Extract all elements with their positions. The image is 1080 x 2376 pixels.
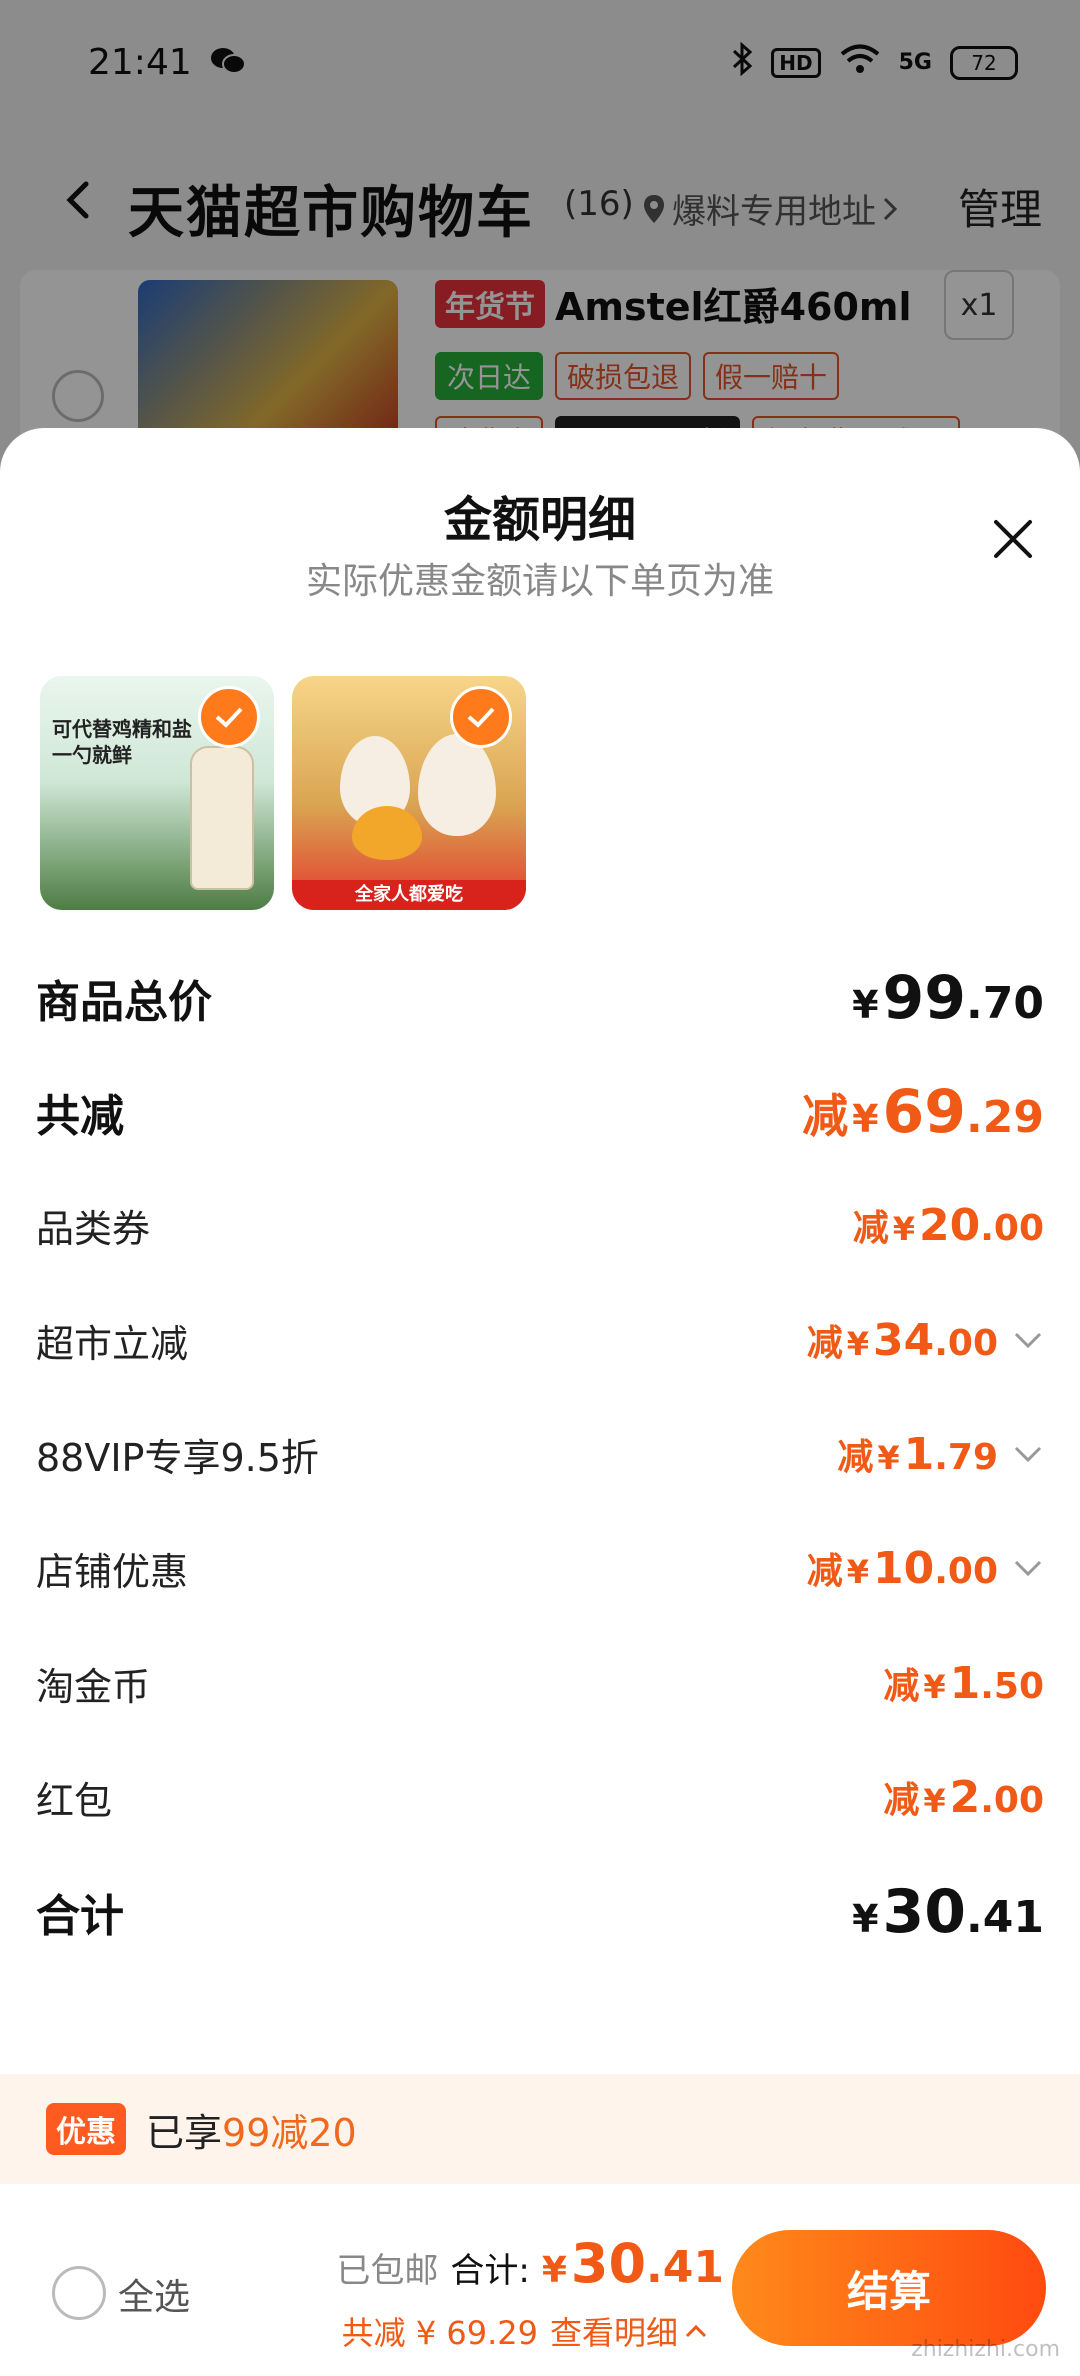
row-taojinbi: 淘金币 减 ¥1.50 — [36, 1653, 1044, 1713]
amount-integer: 2 — [949, 1772, 981, 1823]
row-amount: 减 ¥10.00 — [807, 1542, 1044, 1594]
row-amount: 减 ¥20.00 — [853, 1199, 1044, 1251]
footer-total-line: 已包邮 合计: ¥30.41 — [336, 2232, 724, 2295]
row-category-coupon: 品类券 减 ¥20.00 — [36, 1195, 1044, 1255]
minus-prefix: 减 — [852, 1208, 889, 1249]
row-amount: 减 ¥1.50 — [883, 1657, 1044, 1709]
row-label: 品类券 — [36, 1206, 151, 1251]
yen-symbol: ¥ — [923, 1782, 946, 1820]
amount-integer: 99 — [882, 963, 967, 1033]
yen-symbol: ¥ — [877, 1439, 900, 1477]
amount-decimal: .41 — [646, 2242, 724, 2293]
promo-bar: 优惠 已享 99减20 — [0, 2074, 1080, 2184]
row-amount: ¥30.41 — [852, 1877, 1044, 1947]
row-amount: 减 ¥69.29 — [802, 1077, 1044, 1147]
row-label: 共减 — [36, 1091, 124, 1142]
chevron-up-icon — [685, 2324, 707, 2338]
amount-decimal: .50 — [980, 1666, 1044, 1707]
row-label: 商品总价 — [36, 977, 212, 1028]
row-vip[interactable]: 88VIP专享9.5折 减 ¥1.79 — [36, 1424, 1044, 1484]
promo-highlight: 99减20 — [222, 2110, 357, 2155]
amount-decimal: .79 — [934, 1437, 998, 1478]
amount-integer: 1 — [903, 1429, 935, 1480]
footer-discount-line: 共减 ¥ 69.29 查看明细 — [342, 2308, 708, 2354]
yen-symbol: ¥ — [541, 2250, 567, 2291]
total-label: 合计: — [450, 2251, 530, 2291]
minus-prefix: 减 — [806, 1323, 843, 1364]
sheet-subtitle: 实际优惠金额请以下单页为准 — [305, 561, 774, 602]
promo-text: 已享 — [146, 2110, 223, 2155]
row-label: 合计 — [36, 1891, 124, 1942]
row-amount: 减 ¥1.79 — [837, 1428, 1044, 1480]
seasoning-bottle-image — [190, 746, 254, 890]
checkmark-icon — [198, 686, 260, 748]
yen-symbol: ¥ — [846, 1325, 869, 1363]
yen-symbol: ¥ — [923, 1668, 946, 1706]
yen-symbol: ¥ — [892, 1210, 915, 1248]
amount-decimal: .00 — [980, 1780, 1044, 1821]
promo-tag: 优惠 — [46, 2103, 126, 2155]
minus-prefix: 减 — [883, 1666, 920, 1707]
minus-prefix: 减 — [883, 1780, 920, 1821]
amount-integer: 34 — [872, 1315, 935, 1366]
amount-integer: 20 — [918, 1200, 981, 1251]
amount-integer: 10 — [872, 1543, 935, 1594]
row-hongbao: 红包 减 ¥2.00 — [36, 1767, 1044, 1827]
discount-summary: 共减 ¥ 69.29 — [341, 2314, 538, 2352]
close-icon[interactable] — [988, 514, 1038, 564]
total-amount: ¥30.41 — [542, 2232, 724, 2295]
product-thumbnail[interactable]: 全家人都爱吃 — [292, 676, 526, 910]
free-shipping-label: 已包邮 — [336, 2251, 439, 2291]
chevron-down-icon[interactable] — [1012, 1330, 1044, 1350]
checkout-button[interactable]: 结算 — [732, 2230, 1046, 2346]
sheet-title: 金额明细 — [443, 492, 636, 548]
amount-decimal: .70 — [966, 978, 1044, 1029]
checkmark-icon — [450, 686, 512, 748]
row-total: 合计 ¥30.41 — [36, 1877, 1044, 1947]
thumbnail-text: 可代替鸡精和盐一勺就鲜 — [52, 717, 192, 767]
amount-integer: 1 — [949, 1658, 981, 1709]
select-all-radio[interactable] — [52, 2266, 106, 2320]
amount-decimal: .41 — [966, 1892, 1044, 1943]
yen-symbol: ¥ — [852, 983, 879, 1027]
row-shop-discount[interactable]: 店铺优惠 减 ¥10.00 — [36, 1538, 1044, 1598]
row-label: 超市立减 — [36, 1321, 189, 1366]
row-amount: ¥99.70 — [852, 963, 1044, 1033]
checkout-footer: 全选 已包邮 合计: ¥30.41 共减 ¥ 69.29 查看明细 结算 zhi… — [0, 2184, 1080, 2376]
watermark: zhizhizhi.com — [911, 2337, 1060, 2362]
amount-decimal: .00 — [934, 1551, 998, 1592]
view-detail-link[interactable]: 查看明细 — [550, 2308, 708, 2354]
amount-decimal: .00 — [934, 1323, 998, 1364]
row-amount: 减 ¥34.00 — [807, 1314, 1044, 1366]
egg-image — [352, 806, 422, 860]
yen-symbol: ¥ — [852, 1897, 879, 1941]
amount-decimal: .00 — [980, 1208, 1044, 1249]
view-detail-label: 查看明细 — [549, 2314, 678, 2352]
amount-integer: 69 — [882, 1077, 967, 1147]
egg-image — [418, 734, 496, 836]
row-label: 店铺优惠 — [36, 1549, 189, 1594]
minus-prefix: 减 — [837, 1437, 874, 1478]
row-label: 淘金币 — [36, 1664, 151, 1709]
chevron-down-icon[interactable] — [1012, 1558, 1044, 1578]
row-amount: 减 ¥2.00 — [883, 1771, 1044, 1823]
chevron-down-icon[interactable] — [1012, 1444, 1044, 1464]
yen-symbol: ¥ — [846, 1553, 869, 1591]
thumbnail-caption: 全家人都爱吃 — [292, 880, 526, 910]
row-label: 88VIP专享9.5折 — [36, 1435, 319, 1480]
amount-integer: 30 — [570, 2232, 647, 2295]
yen-symbol: ¥ — [852, 1097, 879, 1141]
amount-detail-sheet: 金额明细 实际优惠金额请以下单页为准 可代替鸡精和盐一勺就鲜 全家人都爱吃 商品… — [0, 428, 1080, 2376]
row-subtotal: 商品总价 ¥99.70 — [36, 963, 1044, 1033]
select-all-label[interactable]: 全选 — [118, 2268, 190, 2320]
row-total-discount: 共减 减 ¥69.29 — [36, 1077, 1044, 1147]
minus-prefix: 减 — [806, 1551, 843, 1592]
row-label: 红包 — [36, 1778, 113, 1823]
amount-integer: 30 — [882, 1877, 967, 1947]
amount-decimal: .29 — [966, 1092, 1044, 1143]
product-thumbnail[interactable]: 可代替鸡精和盐一勺就鲜 — [40, 676, 274, 910]
minus-prefix: 减 — [802, 1089, 849, 1143]
row-market-instant[interactable]: 超市立减 减 ¥34.00 — [36, 1310, 1044, 1370]
